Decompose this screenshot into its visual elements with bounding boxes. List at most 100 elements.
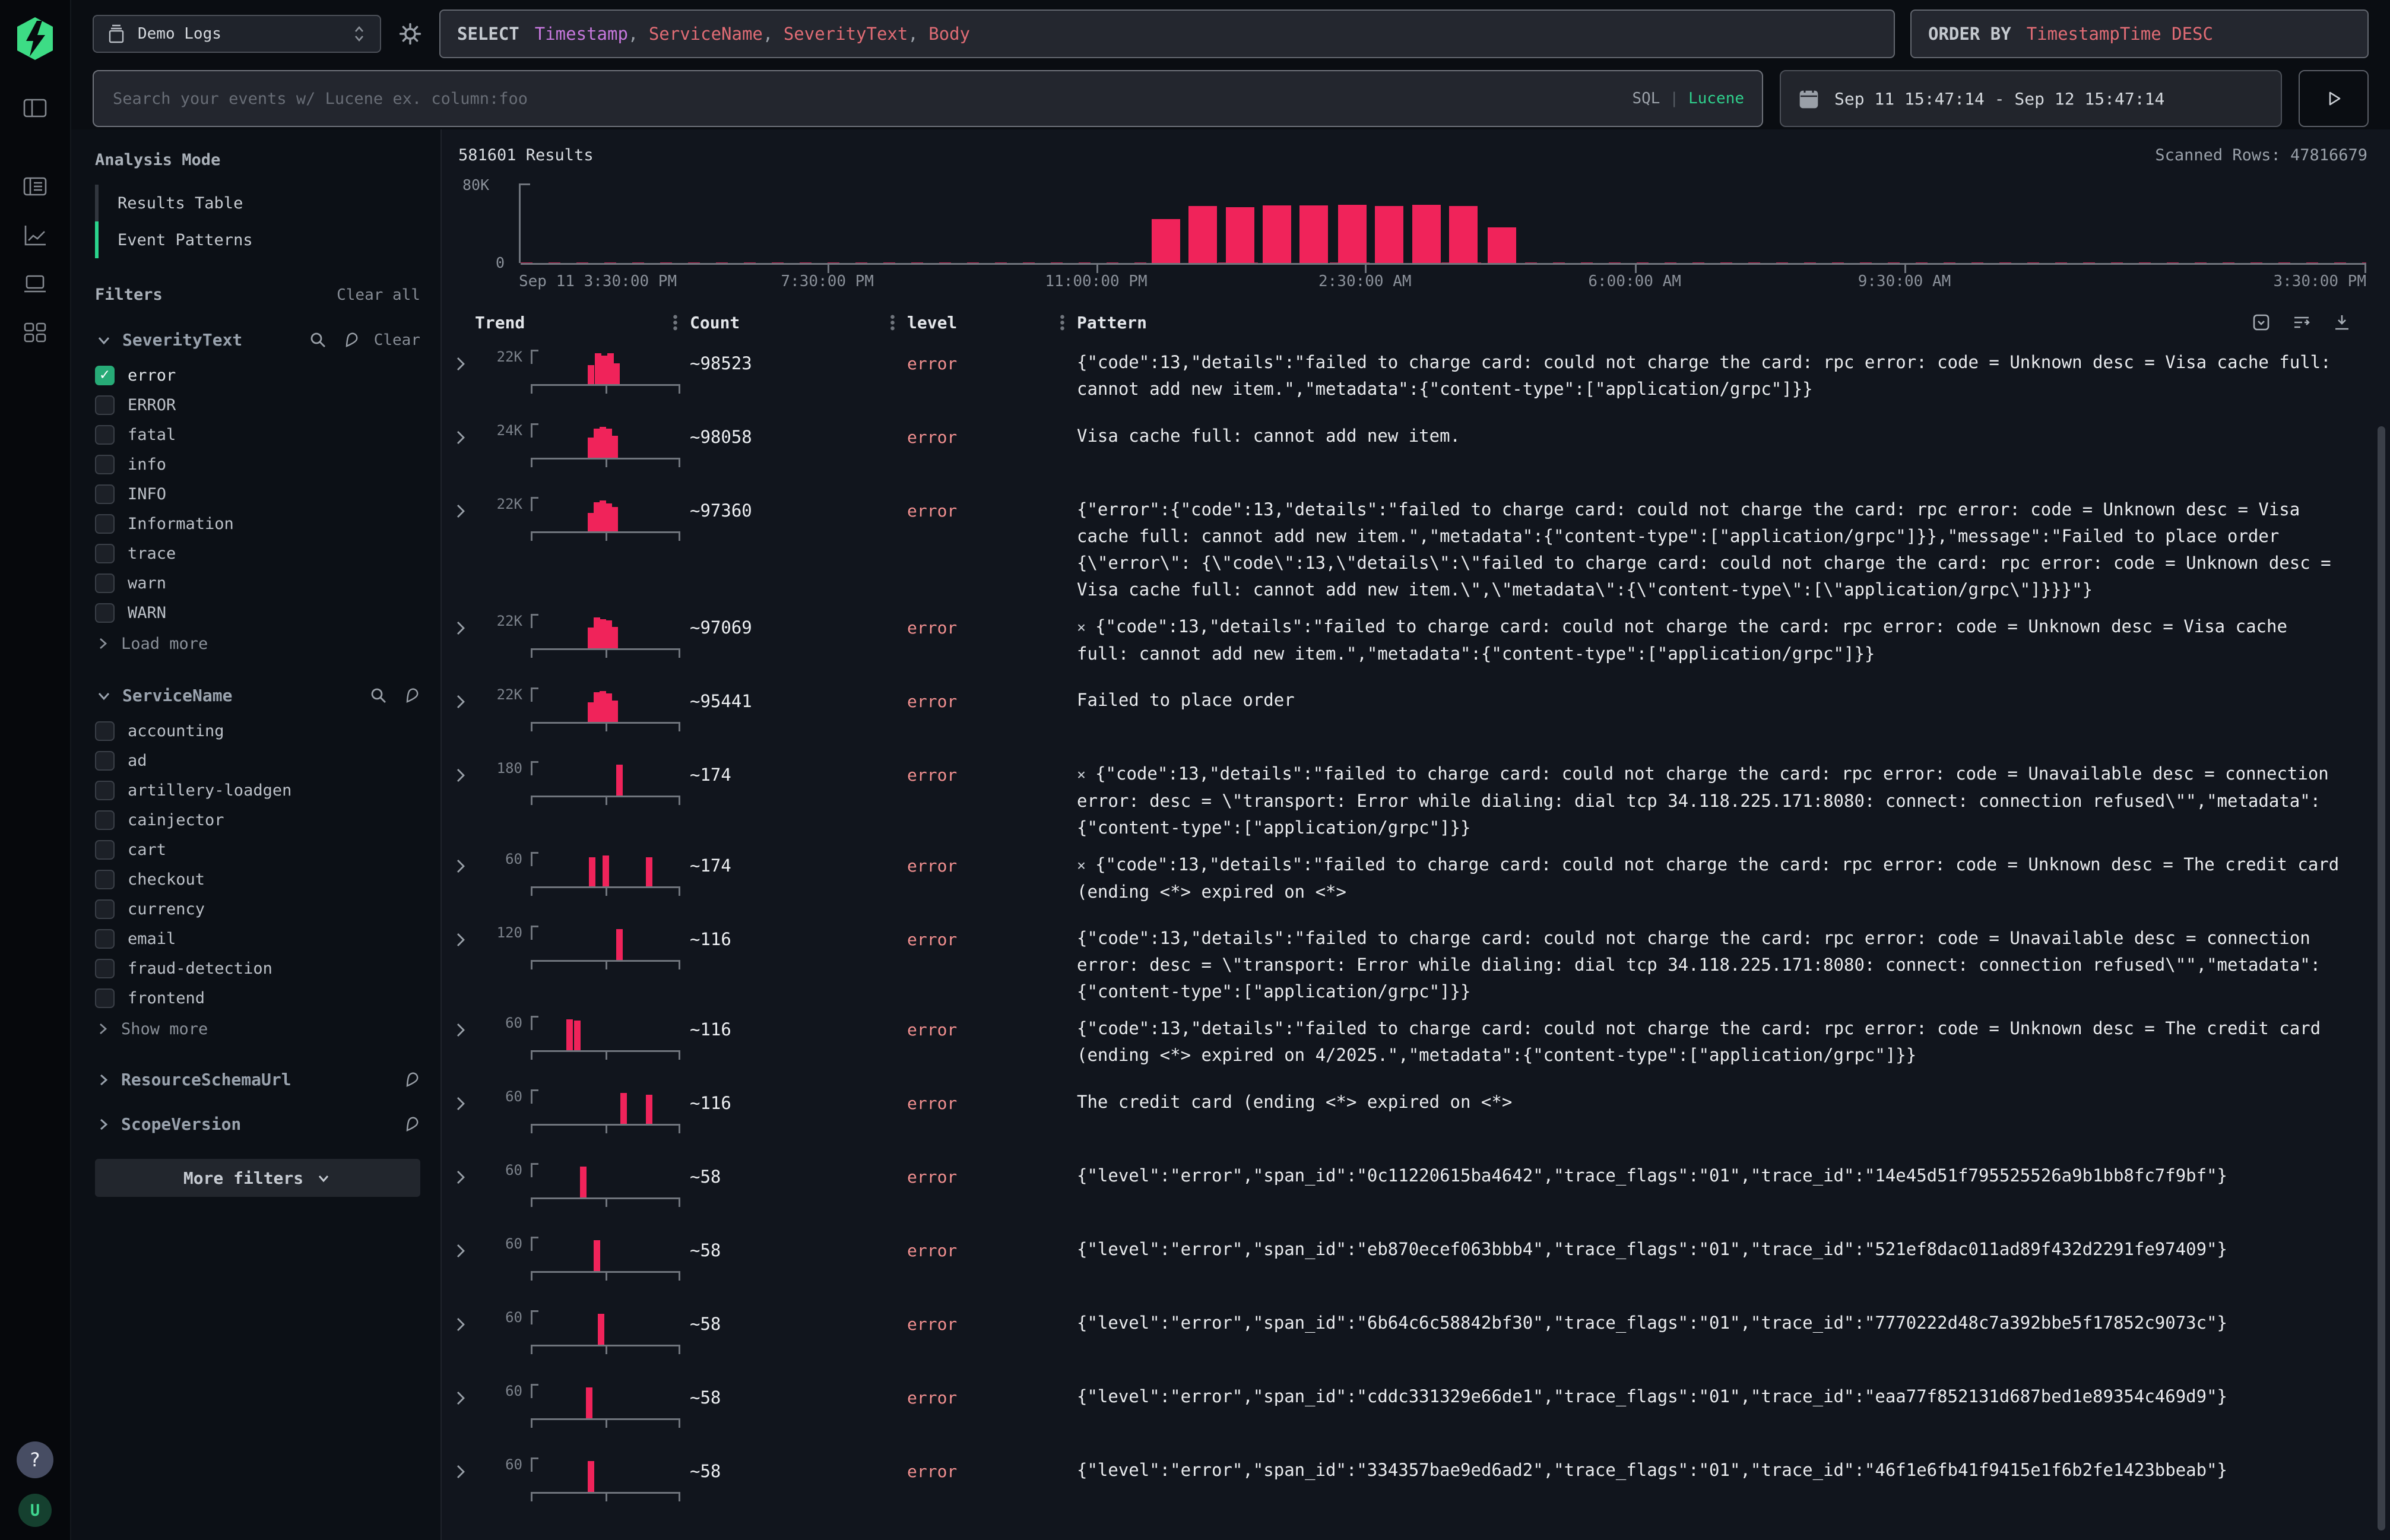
- checkbox[interactable]: [95, 988, 115, 1008]
- clear-all-link[interactable]: Clear all: [337, 286, 420, 304]
- pin-icon[interactable]: [402, 687, 420, 705]
- checkbox[interactable]: [95, 425, 115, 445]
- chevron-down-icon[interactable]: [95, 331, 113, 349]
- checkbox[interactable]: [95, 484, 115, 504]
- pattern-row[interactable]: 60~58error{"level":"error","span_id":"0c…: [452, 1152, 2390, 1226]
- clear-severity-link[interactable]: Clear: [374, 331, 420, 349]
- row-expand-chevron-icon[interactable]: [452, 496, 478, 519]
- checkbox[interactable]: [95, 395, 115, 415]
- app-logo-icon[interactable]: [16, 17, 54, 61]
- pattern-row[interactable]: 24K~98058errorVisa cache full: cannot ad…: [452, 413, 2390, 486]
- load-more-link[interactable]: Load more: [95, 628, 420, 660]
- checkbox[interactable]: [95, 929, 115, 949]
- chart-nav-icon[interactable]: [22, 222, 48, 248]
- filter-option-frontend[interactable]: frontend: [95, 983, 420, 1013]
- row-expand-chevron-icon[interactable]: [452, 348, 478, 372]
- sql-toggle[interactable]: SQL: [1632, 90, 1660, 107]
- dashboard-nav-icon[interactable]: [22, 319, 48, 346]
- exclude-x-icon[interactable]: ×: [1077, 857, 1086, 874]
- pattern-row[interactable]: 22K~97360error{"error":{"code":13,"detai…: [452, 486, 2390, 603]
- sidebar-toggle-icon[interactable]: [22, 95, 48, 121]
- filter-option-ERROR[interactable]: ERROR: [95, 390, 420, 420]
- pattern-row[interactable]: 22K~95441errorFailed to place order: [452, 677, 2390, 750]
- expand-all-icon[interactable]: [2251, 312, 2271, 332]
- filter-group-servicename[interactable]: ServiceName: [95, 686, 420, 705]
- pattern-row[interactable]: 60~58error{"level":"error","span_id":"33…: [452, 1447, 2390, 1520]
- filter-option-artillery-loadgen[interactable]: artillery-loadgen: [95, 775, 420, 805]
- pattern-row[interactable]: 120~116error{"code":13,"details":"failed…: [452, 915, 2390, 1005]
- filter-option-INFO[interactable]: INFO: [95, 479, 420, 509]
- row-expand-chevron-icon[interactable]: [452, 686, 478, 710]
- checkbox[interactable]: [95, 781, 115, 800]
- pattern-row[interactable]: 60~116error{"code":13,"details":"failed …: [452, 1005, 2390, 1079]
- pin-icon[interactable]: [342, 331, 360, 349]
- chevron-right-icon[interactable]: [95, 1072, 112, 1088]
- help-button[interactable]: ?: [17, 1441, 53, 1478]
- checkbox[interactable]: [95, 959, 115, 978]
- pin-icon[interactable]: [402, 1116, 420, 1133]
- filter-option-ad[interactable]: ad: [95, 746, 420, 775]
- drag-grip-icon[interactable]: [1060, 314, 1065, 331]
- row-expand-chevron-icon[interactable]: [452, 851, 478, 874]
- checkbox[interactable]: [95, 455, 115, 474]
- pattern-row[interactable]: 22K~97069error×{"code":13,"details":"fai…: [452, 603, 2390, 677]
- pattern-row[interactable]: 60~116errorThe credit card (ending <*> e…: [452, 1079, 2390, 1152]
- drag-grip-icon[interactable]: [890, 314, 895, 331]
- column-header-trend[interactable]: Trend: [452, 313, 690, 332]
- chevron-down-icon[interactable]: [95, 687, 113, 705]
- filter-option-currency[interactable]: currency: [95, 894, 420, 924]
- gear-icon[interactable]: [397, 20, 424, 47]
- user-avatar[interactable]: U: [18, 1494, 52, 1527]
- filter-option-fraud-detection[interactable]: fraud-detection: [95, 953, 420, 983]
- filter-group-resourceschemaurl[interactable]: ResourceSchemaUrl: [95, 1070, 420, 1089]
- checkbox[interactable]: [95, 603, 115, 623]
- row-expand-chevron-icon[interactable]: [452, 1456, 478, 1480]
- filter-option-fatal[interactable]: fatal: [95, 420, 420, 449]
- filter-option-error[interactable]: error: [95, 360, 420, 390]
- filter-option-WARN[interactable]: WARN: [95, 598, 420, 628]
- terminal-nav-icon[interactable]: [22, 271, 48, 297]
- checkbox[interactable]: [95, 544, 115, 563]
- pattern-row[interactable]: 60~58error{"level":"error","span_id":"cd…: [452, 1373, 2390, 1447]
- row-expand-chevron-icon[interactable]: [452, 760, 478, 784]
- pattern-row[interactable]: 60~58error{"level":"error","span_id":"eb…: [452, 1226, 2390, 1300]
- analysis-mode-results-table[interactable]: Results Table: [95, 185, 420, 221]
- filter-option-cainjector[interactable]: cainjector: [95, 805, 420, 835]
- row-expand-chevron-icon[interactable]: [452, 1383, 478, 1406]
- row-expand-chevron-icon[interactable]: [452, 924, 478, 948]
- pattern-row[interactable]: 60~174error×{"code":13,"details":"failed…: [452, 841, 2390, 915]
- checkbox[interactable]: [95, 366, 115, 385]
- search-input[interactable]: [112, 89, 1632, 109]
- checkbox[interactable]: [95, 514, 115, 534]
- drag-grip-icon[interactable]: [673, 314, 678, 331]
- pin-icon[interactable]: [402, 1071, 420, 1089]
- checkbox[interactable]: [95, 573, 115, 593]
- chevron-right-icon[interactable]: [95, 1116, 112, 1133]
- row-expand-chevron-icon[interactable]: [452, 1235, 478, 1259]
- filter-group-severitytext[interactable]: SeverityText Clear: [95, 330, 420, 350]
- search-icon[interactable]: [369, 686, 388, 705]
- checkbox[interactable]: [95, 840, 115, 860]
- row-expand-chevron-icon[interactable]: [452, 422, 478, 446]
- wrap-lines-icon[interactable]: [2291, 312, 2312, 332]
- source-selector[interactable]: Demo Logs: [93, 15, 381, 53]
- filter-option-email[interactable]: email: [95, 924, 420, 953]
- row-expand-chevron-icon[interactable]: [452, 1309, 478, 1333]
- exclude-x-icon[interactable]: ×: [1077, 619, 1086, 636]
- download-icon[interactable]: [2332, 312, 2352, 332]
- select-query-editor[interactable]: SELECT Timestamp, ServiceName, SeverityT…: [439, 9, 1895, 58]
- show-more-link[interactable]: Show more: [95, 1013, 420, 1045]
- checkbox[interactable]: [95, 870, 115, 889]
- column-header-count[interactable]: Count: [690, 313, 907, 332]
- pattern-row[interactable]: 60~58error{"level":"error","span_id":"6b…: [452, 1300, 2390, 1373]
- row-expand-chevron-icon[interactable]: [452, 613, 478, 636]
- pattern-row[interactable]: 180~174error×{"code":13,"details":"faile…: [452, 750, 2390, 841]
- filter-option-cart[interactable]: cart: [95, 835, 420, 864]
- time-range-picker[interactable]: Sep 11 15:47:14 - Sep 12 15:47:14: [1780, 70, 2282, 127]
- column-header-level[interactable]: level: [907, 313, 1077, 332]
- row-expand-chevron-icon[interactable]: [452, 1088, 478, 1112]
- analysis-mode-event-patterns[interactable]: Event Patterns: [95, 221, 420, 258]
- vertical-scrollbar[interactable]: [2378, 426, 2385, 1531]
- histogram-plot-area[interactable]: 80K 0: [519, 183, 2366, 263]
- filter-option-trace[interactable]: trace: [95, 538, 420, 568]
